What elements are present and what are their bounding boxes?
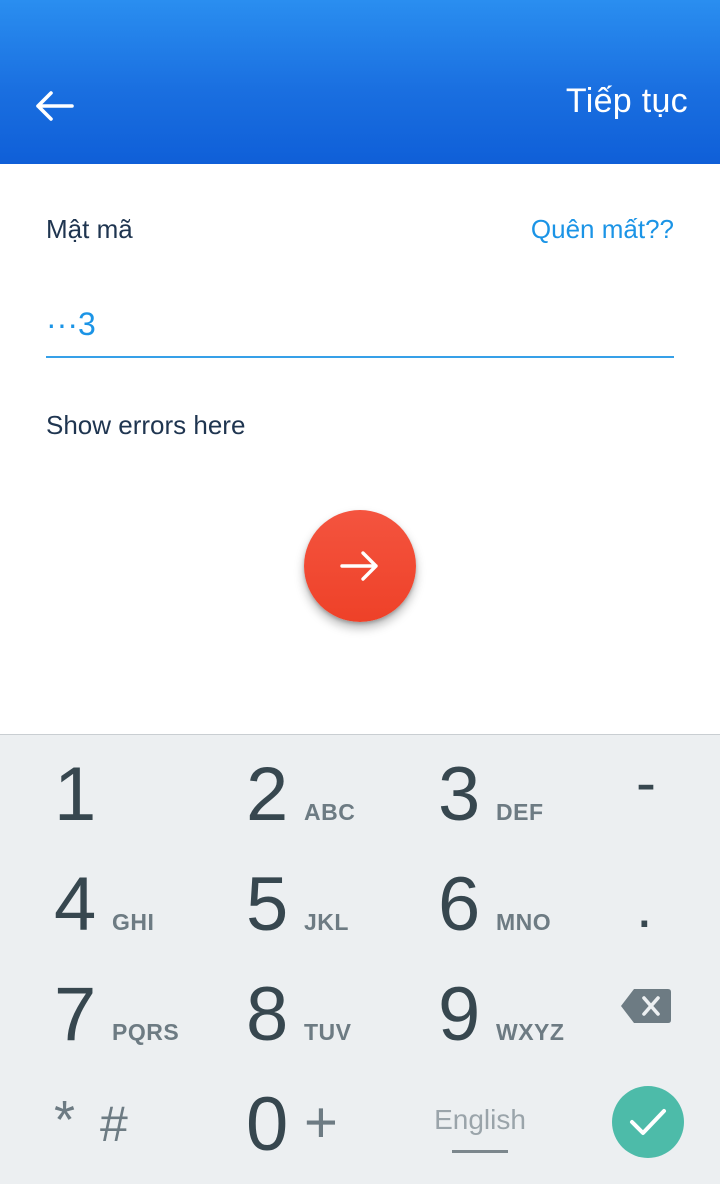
key-hash-symbol: #: [100, 1096, 129, 1152]
key-4-letters: GHI: [112, 909, 155, 935]
key-0[interactable]: 0 +: [246, 1087, 426, 1184]
continue-button[interactable]: Tiếp tục: [566, 82, 688, 121]
key-5-letters: JKL: [304, 909, 349, 935]
error-message: Show errors here: [46, 410, 246, 440]
key-minus-symbol: -: [636, 749, 656, 816]
back-button[interactable]: [26, 80, 82, 132]
backspace-icon: [621, 989, 671, 1023]
check-icon: [630, 1109, 666, 1135]
key-star-hash[interactable]: * #: [54, 1087, 234, 1184]
submit-fab-button[interactable]: [304, 510, 416, 622]
app-header: Tiếp tục: [0, 0, 720, 164]
key-8-letters: TUV: [304, 1019, 352, 1045]
key-3-digit: 3: [438, 752, 481, 837]
password-label: Mật mã: [46, 214, 133, 244]
key-1-digit: 1: [54, 752, 97, 837]
key-2-digit: 2: [246, 752, 289, 837]
key-plus-symbol: +: [304, 1090, 339, 1155]
key-dot-symbol: .: [636, 873, 653, 940]
key-8[interactable]: 8 TUV: [246, 977, 426, 1087]
key-5[interactable]: 5 JKL: [246, 867, 426, 977]
key-8-digit: 8: [246, 972, 289, 1057]
key-minus[interactable]: -: [636, 753, 696, 867]
done-button[interactable]: [612, 1086, 684, 1158]
language-underline: [452, 1150, 508, 1153]
key-6-letters: MNO: [496, 909, 552, 935]
password-input[interactable]: [46, 292, 674, 358]
key-2[interactable]: 2 ABC: [246, 757, 426, 867]
backspace-key[interactable]: [620, 987, 676, 1031]
key-1[interactable]: 1: [54, 757, 234, 867]
key-2-letters: ABC: [304, 799, 356, 825]
key-6[interactable]: 6 MNO: [438, 867, 618, 977]
arrow-left-icon: [36, 91, 74, 121]
key-9-digit: 9: [438, 972, 481, 1057]
arrow-right-icon: [340, 551, 378, 581]
forgot-password-link[interactable]: Quên mất??: [531, 214, 674, 245]
key-5-digit: 5: [246, 862, 289, 947]
key-9[interactable]: 9 WXYZ: [438, 977, 618, 1087]
key-dot[interactable]: .: [636, 867, 696, 977]
key-star-symbol: *: [54, 1090, 76, 1150]
key-3-letters: DEF: [496, 799, 544, 825]
key-9-letters: WXYZ: [496, 1019, 565, 1045]
key-6-digit: 6: [438, 862, 481, 947]
key-7[interactable]: 7 PQRS: [54, 977, 234, 1087]
key-4-digit: 4: [54, 862, 97, 947]
key-7-letters: PQRS: [112, 1019, 180, 1045]
key-0-digit: 0: [246, 1082, 289, 1167]
key-4[interactable]: 4 GHI: [54, 867, 234, 977]
language-switch[interactable]: English: [432, 1104, 528, 1136]
key-7-digit: 7: [54, 972, 97, 1057]
key-3[interactable]: 3 DEF: [438, 757, 618, 867]
